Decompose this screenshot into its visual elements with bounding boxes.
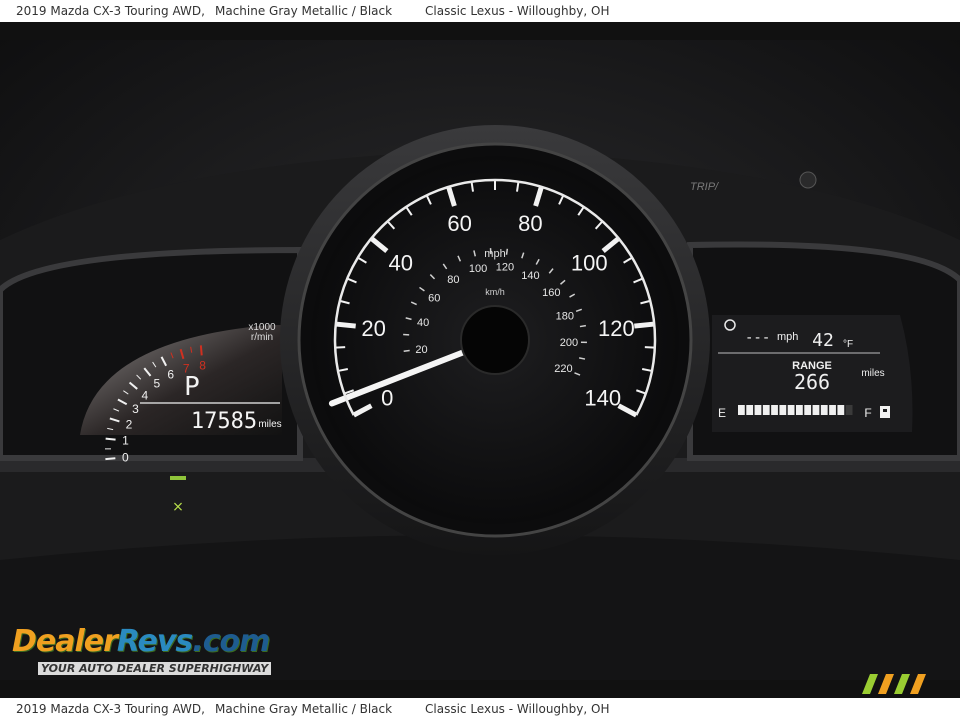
awd-indicator-icon: ⨯ <box>172 499 184 515</box>
caption-dealer: Classic Lexus - Willoughby, OH <box>425 4 610 18</box>
tach-label: 8 <box>199 358 206 372</box>
watermark-stripes-icon <box>862 674 926 694</box>
fuel-empty-label: E <box>718 406 726 420</box>
kmh-label: 120 <box>496 262 514 274</box>
tach-tick <box>105 457 116 461</box>
tach-label: 0 <box>122 450 129 464</box>
fuel-segment <box>754 405 762 415</box>
kmh-label: 140 <box>521 270 539 282</box>
fuel-segment <box>762 405 770 415</box>
tach-tick <box>105 437 116 441</box>
watermark-logo-part-a: Dealer <box>12 624 118 659</box>
mph-major-tick <box>335 321 356 329</box>
fuel-segment <box>845 405 853 415</box>
mph-label: 140 <box>584 385 621 410</box>
fuel-segment <box>804 405 812 415</box>
fuel-segment <box>837 405 845 415</box>
dealerrevs-watermark: DealerRevs.com YOUR AUTO DEALER SUPERHIG… <box>12 624 272 677</box>
caption-bar-top: 2019 Mazda CX-3 Touring AWD, Machine Gra… <box>0 0 960 22</box>
mph-label: 120 <box>598 316 635 341</box>
watermark-tagline: YOUR AUTO DEALER SUPERHIGHWAY <box>38 662 272 675</box>
fuel-segment <box>779 405 787 415</box>
fuel-segment <box>829 405 836 415</box>
tach-label: 1 <box>122 434 129 448</box>
range-value: 266 <box>794 370 830 394</box>
cluster-svg: 0123456 7 8 x1000 r/min P 17585 miles 0204… <box>0 40 960 680</box>
mph-label: 80 <box>518 211 542 236</box>
watermark-logo: DealerRevs.com <box>12 624 271 659</box>
fuel-pump-icon <box>880 406 890 418</box>
mph-label: 100 <box>571 251 608 276</box>
kmh-tick <box>579 324 586 328</box>
info-speed-unit: mph <box>777 331 798 343</box>
tach-label: 2 <box>126 417 133 431</box>
tach-label: 5 <box>153 377 160 391</box>
outside-temperature: 42 <box>812 330 834 351</box>
fuel-segment <box>738 405 745 415</box>
kmh-unit: km/h <box>485 287 505 297</box>
tach-label: 6 <box>167 368 174 382</box>
info-display: --- mph 42 °F RANGE 266 miles E F <box>712 315 913 432</box>
caption-color: Machine Gray Metallic / Black <box>215 4 393 18</box>
kmh-label: 100 <box>469 263 487 275</box>
tach-label: 4 <box>142 388 149 402</box>
instrument-cluster-photo: 012345678 x1000 r/min P 17585 miles 0 20 4… <box>0 40 960 680</box>
kmh-label: 40 <box>417 317 429 329</box>
kmh-label: 60 <box>428 293 440 305</box>
caption-vehicle: 2019 Mazda CX-3 Touring AWD, <box>16 4 205 18</box>
kmh-label: 220 <box>554 363 572 375</box>
fuel-segment <box>796 405 803 415</box>
watermark-logo-part-b: Revs <box>116 624 193 659</box>
kmh-label: 180 <box>556 310 574 322</box>
mph-label: 20 <box>361 316 385 341</box>
caption-color-bottom: Machine Gray Metallic / Black <box>215 702 393 716</box>
indicator-lamp <box>170 476 186 480</box>
mph-label: 60 <box>447 211 471 236</box>
kmh-label: 160 <box>542 287 560 299</box>
fuel-segment <box>771 405 778 415</box>
watermark-logo-part-c: .com <box>192 624 270 659</box>
fuel-full-label: F <box>864 406 871 420</box>
kmh-tick <box>505 248 509 255</box>
kmh-label: 20 <box>415 344 427 356</box>
caption-bar-bottom: 2019 Mazda CX-3 Touring AWD, Machine Gra… <box>0 698 960 720</box>
mph-label: 0 <box>381 385 393 410</box>
kmh-label: 200 <box>560 337 578 349</box>
temperature-unit: °F <box>843 339 853 350</box>
needle-hub <box>460 305 530 375</box>
fuel-segment <box>746 405 754 415</box>
tach-label: 3 <box>132 402 139 416</box>
fuel-segment <box>787 405 795 415</box>
odometer-unit: miles <box>258 419 281 430</box>
mph-major-tick <box>634 321 655 329</box>
caption-vehicle-bottom: 2019 Mazda CX-3 Touring AWD, <box>16 702 205 716</box>
speedometer: 0204060 80100120140 20406080100 1201401601… <box>280 125 710 555</box>
mph-label: 40 <box>389 251 413 276</box>
kmh-label: 80 <box>447 274 459 286</box>
fuel-segment <box>820 405 828 415</box>
tach-unit-bottom: r/min <box>251 332 273 343</box>
trip-button[interactable] <box>799 171 817 189</box>
kmh-tick <box>403 349 410 353</box>
range-unit: miles <box>861 368 884 379</box>
odometer-value: 17585 <box>191 409 257 434</box>
tach-tick <box>199 345 203 356</box>
fuel-segment <box>812 405 820 415</box>
trip-button-label: TRIP/ <box>690 181 719 193</box>
mph-unit: mph <box>484 248 505 260</box>
info-speed: --- <box>745 330 770 346</box>
caption-dealer-bottom: Classic Lexus - Willoughby, OH <box>425 702 610 716</box>
gear-indicator: P <box>184 372 200 402</box>
